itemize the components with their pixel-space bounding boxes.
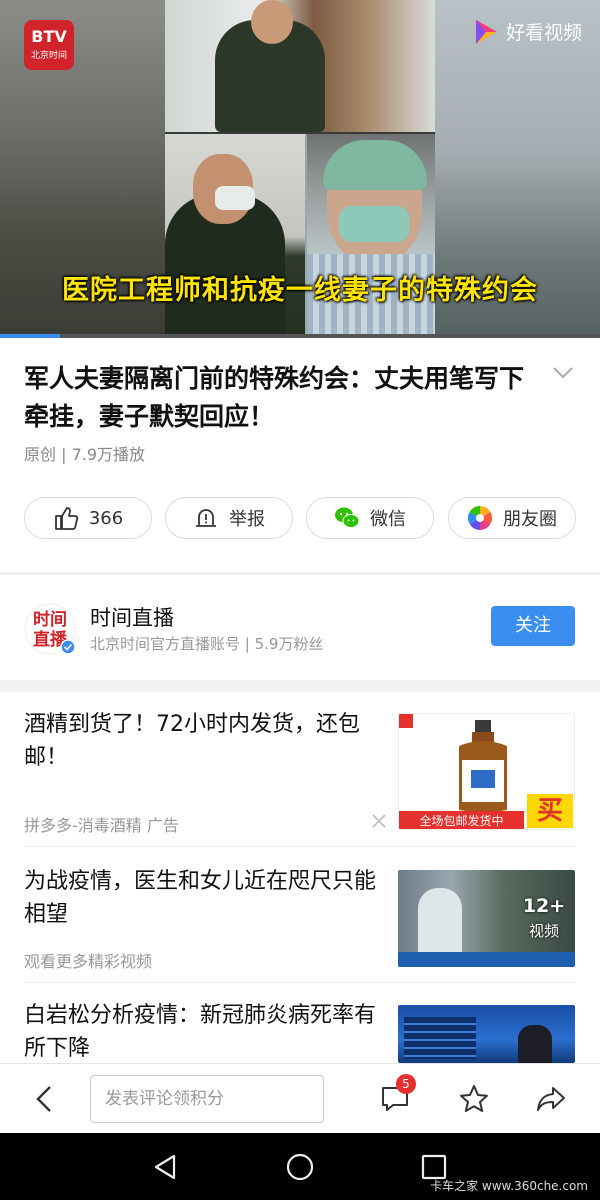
nav-back-icon[interactable] [150, 1151, 182, 1183]
btv-logo-text: BTV [31, 27, 67, 46]
system-navigation-bar: 卡车之家 www.360che.com [0, 1133, 600, 1200]
follow-button[interactable]: 关注 [491, 606, 575, 646]
thumbnail-buy-badge: 买 [527, 794, 573, 828]
feed-item-source[interactable]: 观看更多精彩视频 [24, 948, 152, 972]
feed-item-title[interactable]: 白岩松分析疫情：新冠肺炎病死率有所下降 [24, 999, 384, 1065]
account-name[interactable]: 时间直播 [90, 602, 174, 632]
feed-item-source: 拼多多-消毒酒精 广告 [24, 816, 179, 835]
wechat-label: 微信 [370, 509, 406, 530]
video-frame-bottom [165, 134, 435, 338]
video-caption: 医院工程师和抗疫一线妻子的特殊约会 [62, 275, 538, 306]
video-frame-top [165, 0, 435, 132]
section-divider [0, 572, 600, 575]
thumbnail-data-table [404, 1017, 476, 1059]
share-icon[interactable] [535, 1083, 567, 1115]
report-icon [196, 509, 216, 527]
back-arrow-icon[interactable] [30, 1083, 62, 1115]
video-count: 12+ [522, 895, 566, 917]
account-description: 北京时间官方直播账号 | 5.9万粉丝 [90, 635, 324, 653]
wechat-icon [335, 507, 360, 528]
moments-label: 朋友圈 [503, 509, 557, 530]
feed-item-thumbnail[interactable]: 全场包邮发货中 买 [398, 713, 575, 830]
chevron-down-icon[interactable] [552, 366, 574, 380]
report-label: 举报 [229, 509, 265, 530]
section-divider-thick [0, 680, 600, 692]
haokan-brand: 好看视频 [505, 22, 582, 44]
moments-share-button[interactable]: 朋友圈 [448, 497, 576, 539]
video-progress-fill [0, 334, 60, 338]
wechat-share-button[interactable]: 微信 [306, 497, 434, 539]
like-count: 366 [88, 507, 124, 529]
video-frame-bottom-left [165, 134, 305, 338]
svg-text:时间: 时间 [33, 609, 67, 630]
feed-item-title[interactable]: 为战疫情，医生和女儿近在咫尺只能相望 [24, 865, 384, 931]
soldier-mask [215, 186, 255, 210]
feed-divider [24, 846, 576, 847]
article-meta: 原创 | 7.9万播放 [24, 445, 146, 464]
comment-count-badge: 5 [396, 1074, 416, 1094]
haokan-logo: 好看视频 [474, 18, 582, 45]
report-button[interactable]: 举报 [165, 497, 293, 539]
feed-divider [24, 982, 576, 983]
video-count-label: 视频 [528, 922, 559, 940]
video-progress-bar[interactable] [0, 334, 600, 338]
moments-icon [467, 506, 493, 530]
article-title: 军人夫妻隔离门前的特殊约会：丈夫用笔写下牵挂，妻子默契回应！ [24, 364, 525, 431]
watermark: 卡车之家 www.360che.com [430, 1179, 588, 1193]
star-icon[interactable] [458, 1083, 490, 1115]
video-frame-bottom-right [307, 134, 435, 338]
thumbnail-banner: 全场包邮发货中 [399, 811, 524, 829]
doctor-figure [418, 888, 462, 958]
account-avatar[interactable]: 时间 直播 [24, 603, 76, 655]
comment-input[interactable]: 发表评论领积分 [90, 1075, 324, 1123]
thumbnail-news-bar [398, 952, 575, 967]
video-player[interactable]: 医院工程师和抗疫一线妻子的特殊约会 BTV 北京时间 好看视频 [0, 0, 600, 338]
thumbs-up-icon [54, 507, 78, 530]
soldier-face [251, 0, 293, 44]
nurse-cap [323, 140, 427, 190]
bottom-comment-bar: 发表评论领积分 5 [0, 1063, 600, 1133]
anchor-figure [518, 1025, 552, 1063]
feed-item-thumbnail[interactable] [398, 1005, 575, 1063]
btv-logo-sub: 北京时间 [30, 51, 67, 61]
feed-item-thumbnail[interactable]: 12+ 视频 [398, 870, 575, 967]
feed-item-title[interactable]: 酒精到货了！72小时内发货，还包邮！ [24, 708, 384, 774]
like-button[interactable]: 366 [24, 497, 152, 539]
play-triangle-icon [475, 19, 497, 44]
close-icon[interactable] [370, 812, 388, 830]
btv-logo: BTV 北京时间 [24, 20, 74, 70]
nurse-mask [339, 206, 409, 242]
nav-home-icon[interactable] [284, 1151, 316, 1183]
